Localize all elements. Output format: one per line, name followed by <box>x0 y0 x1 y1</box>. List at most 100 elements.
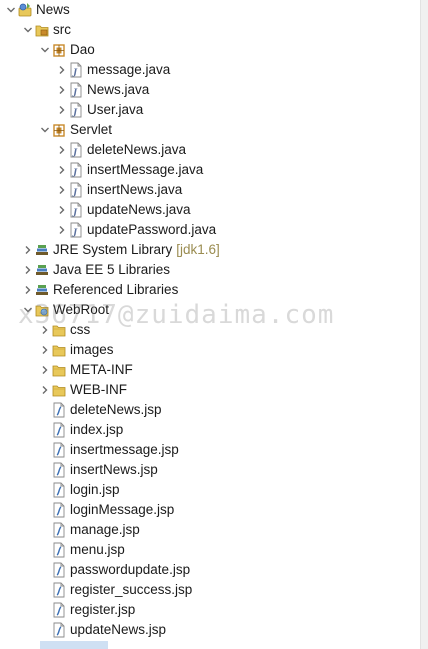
chevron-right-icon[interactable] <box>55 220 69 240</box>
tree-item-label: Referenced Libraries <box>53 282 179 297</box>
tree-item[interactable]: J News.java <box>0 80 420 100</box>
tree-item[interactable]: JinsertMessage.java <box>0 160 420 180</box>
vertical-scrollbar[interactable] <box>420 0 428 649</box>
tree-item-label: WebRoot <box>53 302 110 317</box>
tree-item-label: message.java <box>87 62 171 77</box>
tree-item-label: login.jsp <box>70 482 120 497</box>
chevron-right-icon[interactable] <box>38 340 52 360</box>
tree-item-label: insertNews.jsp <box>70 462 158 477</box>
tree-item[interactable]: Servlet <box>0 120 420 140</box>
jsp-file-icon <box>52 622 66 638</box>
tree-item[interactable]: register_success.jsp <box>0 580 420 600</box>
tree-item-label: updatePassword.java <box>87 222 217 237</box>
tree-item[interactable]: loginMessage.jsp <box>0 500 420 520</box>
folder-icon <box>52 362 66 378</box>
tree-item[interactable]: updateNews.jsp <box>0 620 420 640</box>
tree-item[interactable]: Java EE 5 Libraries <box>0 260 420 280</box>
chevron-down-icon[interactable] <box>21 20 35 40</box>
tree-item-label: WEB-INF <box>70 382 127 397</box>
chevron-right-icon[interactable] <box>55 80 69 100</box>
tree-item-label: images <box>70 342 114 357</box>
tree-item[interactable]: JinsertNews.java <box>0 180 420 200</box>
chevron-right-icon[interactable] <box>21 280 35 300</box>
java-file-icon: J <box>69 202 83 218</box>
chevron-right-icon[interactable] <box>38 360 52 380</box>
tree-item-label: JRE System Library <box>53 242 173 257</box>
chevron-down-icon[interactable] <box>21 300 35 320</box>
tree-item-label: META-INF <box>70 362 133 377</box>
tree-item[interactable]: index.jsp <box>0 420 420 440</box>
jsp-file-icon <box>52 482 66 498</box>
chevron-right-icon[interactable] <box>21 240 35 260</box>
tree-item[interactable]: insertmessage.jsp <box>0 440 420 460</box>
chevron-down-icon[interactable] <box>4 0 18 20</box>
tree-item[interactable]: Jmessage.java <box>0 60 420 80</box>
chevron-right-icon[interactable] <box>55 180 69 200</box>
chevron-right-icon[interactable] <box>55 140 69 160</box>
project-icon <box>18 2 32 18</box>
tree-item[interactable]: J User.java <box>0 100 420 120</box>
package-icon <box>52 122 66 138</box>
tree-item[interactable]: css <box>0 320 420 340</box>
tree-item[interactable]: WebRoot <box>0 300 420 320</box>
tree-item-label: index.jsp <box>70 422 124 437</box>
tree-item[interactable]: JupdatePassword.java <box>0 220 420 240</box>
tree-item-label: manage.jsp <box>70 522 140 537</box>
tree-item[interactable]: images <box>0 340 420 360</box>
chevron-right-icon[interactable] <box>38 380 52 400</box>
tree-item[interactable]: JdeleteNews.java <box>0 140 420 160</box>
chevron-right-icon[interactable] <box>38 320 52 340</box>
jsp-file-icon <box>52 562 66 578</box>
chevron-right-icon[interactable] <box>21 260 35 280</box>
jsp-file-icon <box>52 442 66 458</box>
tree-item[interactable]: JRE System Library [jdk1.6] <box>0 240 420 260</box>
tree-item-label: insertMessage.java <box>87 162 204 177</box>
tree-item-label: Java EE 5 Libraries <box>53 262 171 277</box>
tree-item[interactable]: login.jsp <box>0 480 420 500</box>
tree-item[interactable]: News <box>0 0 420 20</box>
tree-item[interactable]: deleteNews.jsp <box>0 400 420 420</box>
tree-item-label: News <box>36 2 70 17</box>
folder-icon <box>52 382 66 398</box>
library-icon <box>35 262 49 278</box>
tree-item-label: updateNews.jsp <box>70 622 167 637</box>
tree-item[interactable]: src <box>0 20 420 40</box>
tree-item-label: Servlet <box>70 122 113 137</box>
java-file-icon: J <box>69 182 83 198</box>
java-file-icon: J <box>69 222 83 238</box>
tree-item[interactable]: JupdateNews.java <box>0 200 420 220</box>
library-icon <box>35 282 49 298</box>
tree-item[interactable]: menu.jsp <box>0 540 420 560</box>
next-tree-item-selection[interactable] <box>40 641 108 649</box>
tree-item[interactable]: passwordupdate.jsp <box>0 560 420 580</box>
tree-item[interactable]: register.jsp <box>0 600 420 620</box>
java-file-icon: J <box>69 62 83 78</box>
tree-item[interactable]: Dao <box>0 40 420 60</box>
tree-item-label: src <box>53 22 71 37</box>
tree-item[interactable]: manage.jsp <box>0 520 420 540</box>
chevron-right-icon[interactable] <box>55 100 69 120</box>
tree-item-label: register_success.jsp <box>70 582 193 597</box>
tree-item[interactable]: Referenced Libraries <box>0 280 420 300</box>
chevron-down-icon[interactable] <box>38 120 52 140</box>
library-icon <box>35 242 49 258</box>
tree-item-label: insertNews.java <box>87 182 183 197</box>
folder-icon <box>52 322 66 338</box>
chevron-right-icon[interactable] <box>55 60 69 80</box>
chevron-right-icon[interactable] <box>55 160 69 180</box>
tree-item[interactable]: META-INF <box>0 360 420 380</box>
chevron-down-icon[interactable] <box>38 40 52 60</box>
chevron-right-icon[interactable] <box>55 200 69 220</box>
jsp-file-icon <box>52 402 66 418</box>
tree-item[interactable]: insertNews.jsp <box>0 460 420 480</box>
tree-item[interactable]: WEB-INF <box>0 380 420 400</box>
